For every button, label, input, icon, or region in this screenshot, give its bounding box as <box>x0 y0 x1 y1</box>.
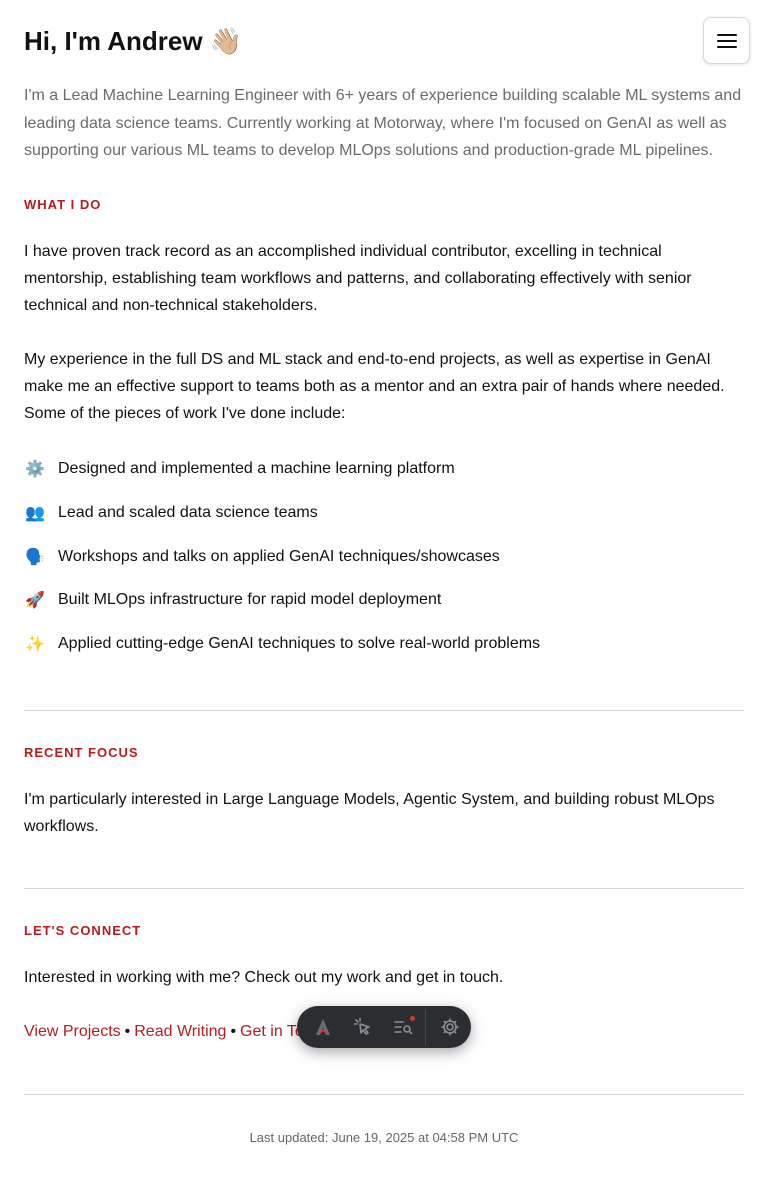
section-divider <box>24 710 744 711</box>
work-list: ⚙️ Designed and implemented a machine le… <box>24 457 744 676</box>
list-item: 👥 Lead and scaled data science teams <box>24 501 744 525</box>
connect-text: Interested in working with me? Check out… <box>24 969 504 986</box>
section-divider <box>24 888 744 889</box>
cursor-select-icon <box>353 1017 370 1035</box>
last-updated-text: Last updated: June 19, 2025 at 04:58 PM … <box>249 1130 519 1145</box>
connect-links: View Projects • Read Writing • Get in Touch <box>24 1020 330 1044</box>
link-separator: • <box>124 1023 131 1040</box>
list-item-text: Workshops and talks on applied GenAI tec… <box>58 547 500 565</box>
speaking-head-icon: 🗣️ <box>25 548 45 566</box>
logo-icon <box>316 1019 330 1035</box>
list-item: ✨ Applied cutting-edge GenAI techniques … <box>24 632 744 656</box>
lets-connect-heading: LET'S CONNECT <box>24 923 142 938</box>
link-separator: • <box>230 1023 237 1040</box>
toolbar-logo-button[interactable] <box>303 1009 343 1045</box>
list-item: 🚀 Built MLOps infrastructure for rapid m… <box>24 588 744 612</box>
what-i-do-paragraph-1: I have proven track record as an accompl… <box>24 243 692 314</box>
menu-button[interactable] <box>703 17 750 64</box>
what-i-do-heading: WHAT I DO <box>24 197 102 212</box>
read-writing-link[interactable]: Read Writing <box>134 1023 226 1040</box>
hamburger-menu-icon <box>716 33 737 48</box>
rocket-icon: 🚀 <box>25 592 45 610</box>
intro-text: I'm a Lead Machine Learning Engineer wit… <box>24 87 742 159</box>
page-title: Hi, I'm Andrew 👋🏼 <box>24 24 242 58</box>
people-icon: 👥 <box>25 504 45 522</box>
list-item: 🗣️ Workshops and talks on applied GenAI … <box>24 545 744 569</box>
floating-toolbar <box>297 1006 471 1048</box>
toolbar-separator <box>425 1009 426 1045</box>
gear-icon: ⚙️ <box>25 461 45 478</box>
recent-focus-text: I'm particularly interested in Large Lan… <box>24 791 715 835</box>
notification-dot <box>410 1016 415 1021</box>
footer-divider <box>24 1094 744 1095</box>
toolbar-settings-button[interactable] <box>430 1009 470 1045</box>
toolbar-inspect-button[interactable] <box>383 1009 423 1045</box>
settings-icon <box>441 1018 459 1036</box>
list-item-text: Lead and scaled data science teams <box>58 503 318 521</box>
recent-focus-heading: RECENT FOCUS <box>24 745 139 760</box>
list-item: ⚙️ Designed and implemented a machine le… <box>24 457 744 481</box>
waving-hand-icon: 👋🏼 <box>209 26 243 56</box>
view-projects-link[interactable]: View Projects <box>24 1023 121 1040</box>
list-item-text: Designed and implemented a machine learn… <box>58 460 455 477</box>
list-item-text: Built MLOps infrastructure for rapid mod… <box>58 591 442 609</box>
what-i-do-paragraph-2: My experience in the full DS and ML stac… <box>24 351 725 422</box>
page-title-text: Hi, I'm Andrew <box>24 26 203 56</box>
toolbar-select-button[interactable] <box>343 1009 383 1045</box>
list-item-text: Applied cutting-edge GenAI techniques to… <box>58 635 541 653</box>
sparkles-icon: ✨ <box>25 636 45 654</box>
